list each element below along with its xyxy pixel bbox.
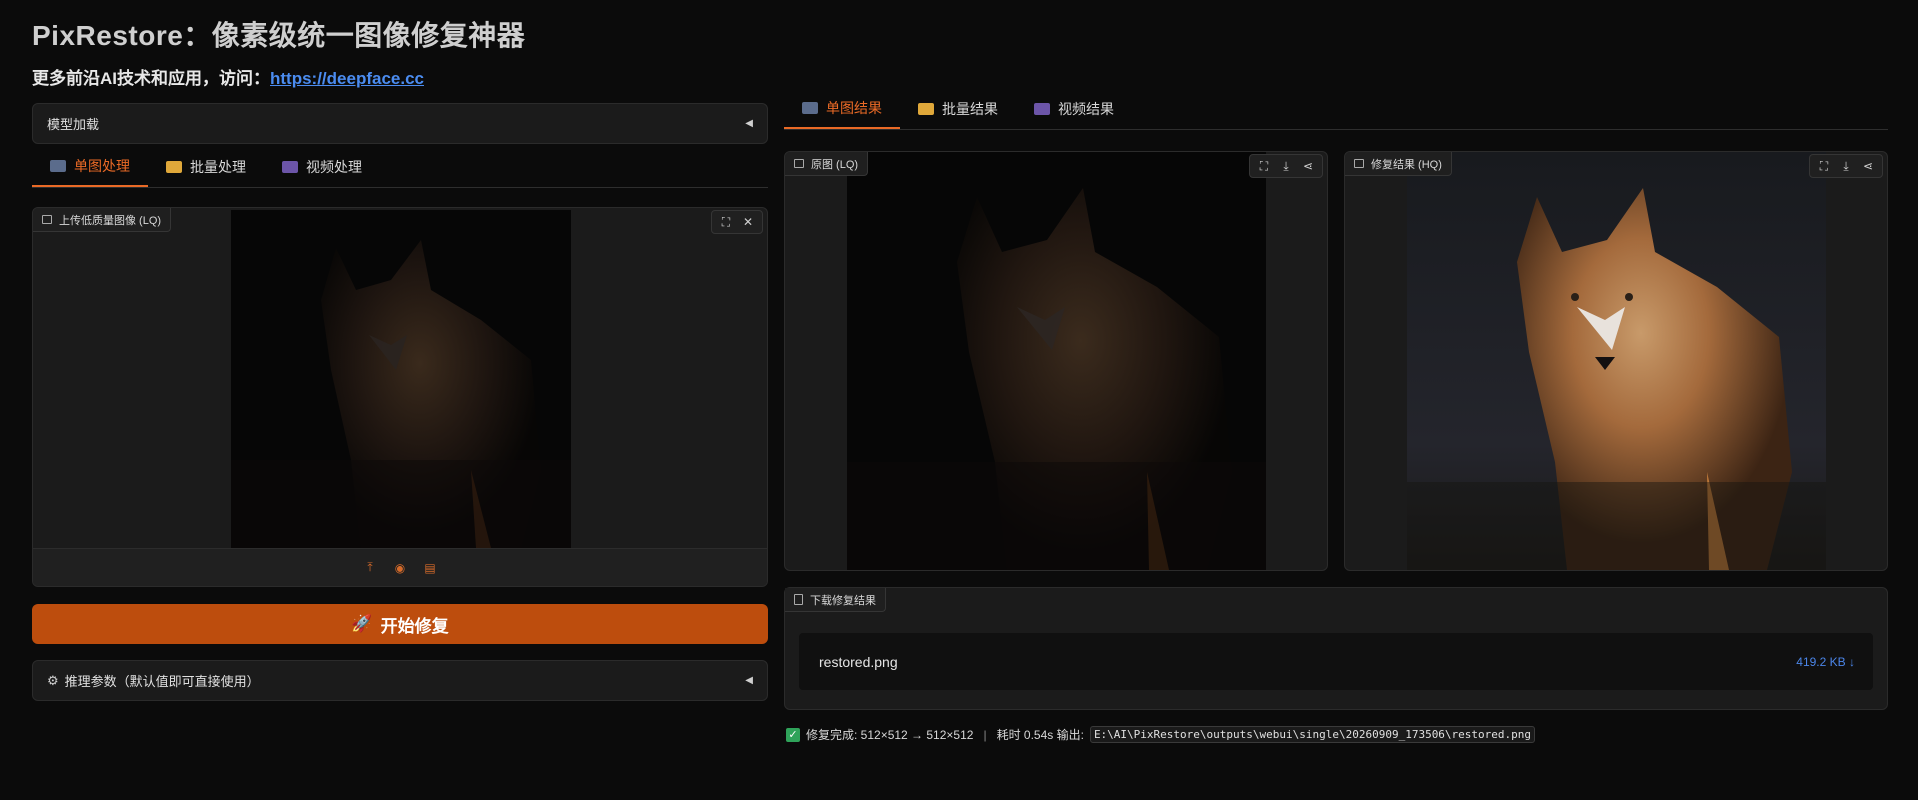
tab-label: 单图结果 xyxy=(826,99,882,116)
tab-label: 批量结果 xyxy=(942,100,998,117)
caret-left-icon: ◀ xyxy=(745,118,753,129)
download-file-row[interactable]: restored.png 419.2 KB ↓ xyxy=(799,633,1873,690)
file-icon xyxy=(794,594,803,605)
fullscreen-icon[interactable]: ⛶ xyxy=(1814,157,1834,175)
subtitle: 更多前沿AI技术和应用，访问：https://deepface.cc xyxy=(32,64,424,89)
close-icon[interactable]: ✕ xyxy=(738,213,758,231)
fullscreen-icon[interactable]: ⛶ xyxy=(1254,157,1274,175)
tab-batch-result[interactable]: 批量结果 xyxy=(900,98,1016,129)
original-label: 原图 (LQ) xyxy=(811,158,859,171)
status-separator: | xyxy=(983,727,987,742)
deepface-link[interactable]: https://deepface.cc xyxy=(270,69,424,88)
app-root: PixRestore：像素级统一图像修复神器 更多前沿AI技术和应用，访问：ht… xyxy=(0,0,1918,800)
tab-video-process[interactable]: 视频处理 xyxy=(264,156,380,187)
download-panel: 下载修复结果 restored.png 419.2 KB ↓ xyxy=(784,587,1888,710)
download-label: 下载修复结果 xyxy=(810,594,876,607)
status-line: ✓ 修复完成: 512×512 → 512×512 | 耗时 0.54s 输出:… xyxy=(786,726,1536,743)
wolf-image-original xyxy=(847,152,1266,570)
share-icon[interactable]: ⋖ xyxy=(1858,157,1878,175)
download-icon[interactable]: ⤓ xyxy=(1276,157,1296,175)
camera-icon xyxy=(50,159,66,172)
tab-single-process[interactable]: 单图处理 xyxy=(32,156,148,187)
share-icon[interactable]: ⋖ xyxy=(1298,157,1318,175)
folder-icon xyxy=(166,160,182,173)
uploaded-image xyxy=(231,210,571,548)
original-image xyxy=(847,152,1266,570)
clapper-icon xyxy=(282,160,298,173)
subtitle-text: 更多前沿AI技术和应用，访问： xyxy=(32,69,270,88)
download-icon[interactable]: ⤓ xyxy=(1836,157,1856,175)
page-title: PixRestore：像素级统一图像修复神器 xyxy=(32,20,526,51)
camera-icon xyxy=(802,101,818,114)
original-toolbar: ⛶ ⤓ ⋖ xyxy=(1249,154,1323,178)
wolf-image-restored xyxy=(1407,152,1826,570)
model-accordion[interactable]: 模型加载 ◀ xyxy=(32,103,768,144)
webcam-icon[interactable]: ◉ xyxy=(390,559,410,577)
upload-label: 上传低质量图像 (LQ) xyxy=(59,214,162,227)
original-label-chip: 原图 (LQ) xyxy=(785,152,869,176)
restored-label-chip: 修复结果 (HQ) xyxy=(1345,152,1452,176)
upload-icon[interactable]: ⤒ xyxy=(360,559,380,577)
caret-left-icon: ◀ xyxy=(745,675,753,686)
status-prefix: 修复完成: 512×512 → 512×512 xyxy=(806,728,974,742)
tab-single-result[interactable]: 单图结果 xyxy=(784,98,900,129)
gear-icon: ⚙ xyxy=(47,672,59,688)
restored-toolbar: ⛶ ⤓ ⋖ xyxy=(1809,154,1883,178)
params-accordion-label: 推理参数（默认值即可直接使用） xyxy=(64,674,260,689)
left-tab-bar: 单图处理 批量处理 视频处理 xyxy=(32,156,768,188)
start-restore-label: 开始修复 xyxy=(380,616,449,636)
image-icon xyxy=(1354,159,1364,168)
wolf-image-lq xyxy=(231,210,571,548)
checkmark-icon: ✓ xyxy=(786,727,800,742)
download-label-chip: 下载修复结果 xyxy=(785,588,886,612)
right-tab-bar: 单图结果 批量结果 视频结果 xyxy=(784,98,1888,130)
tab-label: 视频处理 xyxy=(306,158,362,175)
tab-label: 视频结果 xyxy=(1058,100,1114,117)
image-icon xyxy=(794,159,804,168)
clipboard-icon[interactable]: ▤ xyxy=(420,559,440,577)
upload-label-chip: 上传低质量图像 (LQ) xyxy=(33,208,172,232)
tab-batch-process[interactable]: 批量处理 xyxy=(148,156,264,187)
output-path: E:\AI\PixRestore\outputs\webui\single\20… xyxy=(1089,726,1536,743)
original-image-panel: 原图 (LQ) ⛶ ⤓ ⋖ xyxy=(784,151,1328,571)
upload-toolbar: ⛶ ✕ xyxy=(711,210,763,234)
upload-panel[interactable]: 上传低质量图像 (LQ) ⛶ ✕ ⤒ ◉ ▤ xyxy=(32,207,768,587)
tab-label: 单图处理 xyxy=(74,157,130,174)
tab-label: 批量处理 xyxy=(190,158,246,175)
file-name: restored.png xyxy=(819,653,898,670)
restored-image-panel: 修复结果 (HQ) ⛶ ⤓ ⋖ xyxy=(1344,151,1888,571)
tab-video-result[interactable]: 视频结果 xyxy=(1016,98,1132,129)
params-accordion[interactable]: ⚙ 推理参数（默认值即可直接使用） ◀ xyxy=(32,660,768,701)
image-icon xyxy=(42,215,52,224)
status-time: 耗时 0.54s 输出: xyxy=(996,728,1084,742)
file-size-link[interactable]: 419.2 KB ↓ xyxy=(1796,655,1855,669)
rocket-icon: 🚀 xyxy=(351,614,373,633)
clapper-icon xyxy=(1034,102,1050,115)
start-restore-button[interactable]: 🚀 开始修复 xyxy=(32,604,768,644)
model-accordion-label: 模型加载 xyxy=(47,117,100,132)
upload-source-bar: ⤒ ◉ ▤ xyxy=(33,548,767,586)
restored-label: 修复结果 (HQ) xyxy=(1371,158,1442,171)
params-accordion-title: ⚙ 推理参数（默认值即可直接使用） xyxy=(47,671,260,690)
restored-image xyxy=(1407,152,1826,570)
folder-icon xyxy=(918,102,934,115)
fullscreen-icon[interactable]: ⛶ xyxy=(716,213,736,231)
